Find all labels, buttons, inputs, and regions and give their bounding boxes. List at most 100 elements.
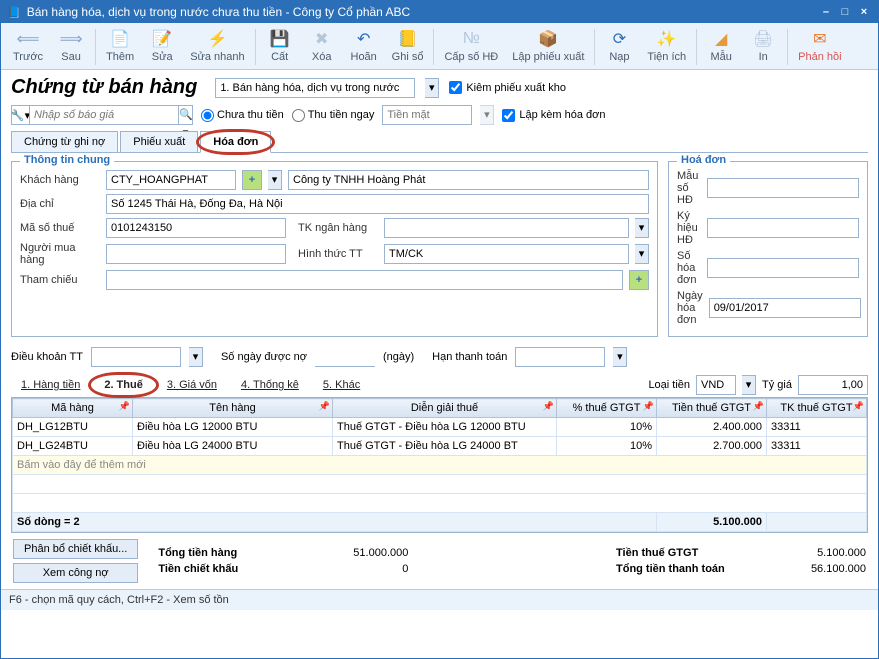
col-code[interactable]: Mã hàng📌: [13, 399, 133, 418]
with-stockout-checkbox[interactable]: Kiêm phiếu xuất kho: [449, 81, 566, 94]
maximize-button[interactable]: □: [837, 6, 853, 18]
add-customer-button[interactable]: +: [242, 170, 262, 190]
grid-empty-row: [13, 494, 867, 513]
grid-row[interactable]: DH_LG12BTUĐiều hòa LG 12000 BTUThuế GTGT…: [13, 418, 867, 437]
invoice-no-button[interactable]: №Cấp số HĐ: [438, 27, 504, 65]
tax-grid[interactable]: Mã hàng📌 Tên hàng📌 Diễn giải thuế📌 % thu…: [11, 397, 868, 533]
tab-other[interactable]: 5. Khác: [313, 376, 370, 394]
grand-total-label: Tổng tiền thanh toán: [616, 563, 736, 575]
inv-symbol-input[interactable]: [707, 218, 859, 238]
undo-icon: ↶: [354, 29, 374, 49]
grid-row[interactable]: DH_LG24BTUĐiều hòa LG 24000 BTUThuế GTGT…: [13, 437, 867, 456]
paytype-dropdown[interactable]: ▾: [635, 244, 649, 264]
paytype-input[interactable]: [384, 244, 629, 264]
inv-date-input[interactable]: [709, 298, 861, 318]
general-info-box: Thông tin chung Khách hàng + ▾ Địa chỉ M…: [11, 161, 658, 337]
pay-method-arrow: ▾: [480, 105, 494, 125]
buyer-input[interactable]: [106, 244, 286, 264]
customer-name-input[interactable]: [288, 170, 649, 190]
edit-button[interactable]: 📝Sửa: [142, 27, 182, 65]
col-vatamt[interactable]: Tiền thuế GTGT📌: [657, 399, 767, 418]
distribute-discount-button[interactable]: Phân bổ chiết khấu...: [13, 539, 138, 559]
sale-type-combo[interactable]: [215, 78, 415, 98]
bank-dropdown[interactable]: ▾: [635, 218, 649, 238]
floppy-icon: 💾: [270, 29, 290, 49]
buyer-label: Người mua hàng: [20, 242, 100, 266]
days-input[interactable]: [315, 347, 375, 367]
bank-input[interactable]: [384, 218, 629, 238]
customer-code-input[interactable]: [106, 170, 236, 190]
feedback-button[interactable]: ✉Phản hồi: [792, 27, 847, 65]
tab-stats[interactable]: 4. Thống kê: [231, 376, 309, 394]
sale-type-arrow[interactable]: ▾: [425, 78, 439, 98]
inv-date-label: Ngày hóa đơn: [677, 290, 703, 326]
rate-label: Tỷ giá: [762, 379, 792, 391]
undo-button[interactable]: ↶Hoãn: [344, 27, 384, 65]
due-dropdown[interactable]: ▾: [613, 347, 627, 367]
next-button[interactable]: ⟹Sau: [51, 27, 91, 65]
tab-cogs[interactable]: 3. Giá vốn: [157, 376, 227, 394]
inv-no-label: Số hóa đơn: [677, 250, 701, 286]
arrow-right-icon: ⟹: [61, 29, 81, 49]
currency-label: Loại tiền: [648, 379, 690, 391]
currency-input[interactable]: [696, 375, 736, 395]
inv-no-input[interactable]: [707, 258, 859, 278]
pay-method-combo: [382, 105, 472, 125]
mail-icon: ✉: [810, 29, 830, 49]
view-receivable-button[interactable]: Xem công nợ: [13, 563, 138, 583]
not-paid-radio[interactable]: Chưa thu tiền: [201, 109, 284, 122]
number-icon: №: [461, 29, 481, 49]
template-button[interactable]: ◢Mẫu: [701, 27, 741, 65]
col-vatacc[interactable]: TK thuế GTGT📌: [767, 399, 867, 418]
delete-button[interactable]: ✖Xóa: [302, 27, 342, 65]
add-reference-button[interactable]: +: [629, 270, 649, 290]
close-button[interactable]: ×: [856, 6, 872, 18]
customer-dropdown[interactable]: ▾: [268, 170, 282, 190]
due-input[interactable]: [515, 347, 605, 367]
reload-button[interactable]: ⟳Nạp: [599, 27, 639, 65]
trash-icon: ✖: [312, 29, 332, 49]
save-button[interactable]: 💾Cất: [260, 27, 300, 65]
due-label: Hạn thanh toán: [432, 351, 507, 363]
grid-new-row[interactable]: Bấm vào đây để thêm mới: [13, 456, 867, 475]
add-button[interactable]: 📄Thêm: [100, 27, 140, 65]
discount-label: Tiền chiết khấu: [158, 563, 278, 575]
taxcode-input[interactable]: [106, 218, 286, 238]
app-icon: 📘: [7, 6, 21, 19]
minimize-button[interactable]: –: [818, 6, 834, 18]
reference-input[interactable]: [106, 270, 623, 290]
stockout-button[interactable]: 📦Lập phiếu xuất: [506, 27, 590, 65]
prev-button[interactable]: ⟸Trước: [7, 27, 49, 65]
print-button[interactable]: 🖨In: [743, 27, 783, 65]
col-name[interactable]: Tên hàng📌: [133, 399, 333, 418]
address-input[interactable]: [106, 194, 649, 214]
rate-input[interactable]: [798, 375, 868, 395]
terms-dropdown[interactable]: ▾: [189, 347, 203, 367]
tab-stock-out[interactable]: Phiếu xuất: [120, 131, 198, 152]
tab-invoice[interactable]: Hóa đơn: [200, 131, 271, 153]
total-goods-label: Tổng tiền hàng: [158, 547, 278, 559]
post-button[interactable]: 📒Ghi sổ: [386, 27, 430, 65]
printer-icon: 🖨: [753, 29, 773, 49]
wrench-icon[interactable]: 🔧▾: [11, 105, 29, 125]
general-legend: Thông tin chung: [20, 154, 114, 166]
customer-label: Khách hàng: [20, 174, 100, 186]
terms-input[interactable]: [91, 347, 181, 367]
main-toolbar: ⟸Trước ⟹Sau 📄Thêm 📝Sửa ⚡Sửa nhanh 💾Cất ✖…: [1, 23, 878, 70]
search-button[interactable]: 🔍▾: [179, 105, 193, 125]
paid-now-radio[interactable]: Thu tiền ngay: [292, 109, 375, 122]
utility-button[interactable]: ✨Tiện ích: [641, 27, 692, 65]
inv-symbol-label: Ký hiệu HĐ: [677, 210, 701, 246]
tab-debit-voucher[interactable]: Chứng từ ghi nợ: [11, 131, 118, 152]
tab-goods[interactable]: 1. Hàng tiền: [11, 376, 90, 394]
quickedit-button[interactable]: ⚡Sửa nhanh: [184, 27, 250, 65]
col-taxdesc[interactable]: Diễn giải thuế📌: [333, 399, 557, 418]
tab-tax[interactable]: 2. Thuế: [94, 376, 153, 394]
currency-dropdown[interactable]: ▾: [742, 375, 756, 395]
wand-icon: ✨: [657, 29, 677, 49]
search-input[interactable]: [29, 105, 179, 125]
with-invoice-checkbox[interactable]: Lập kèm hóa đơn: [502, 109, 605, 122]
days-unit: (ngày): [383, 351, 414, 363]
inv-template-input[interactable]: [707, 178, 859, 198]
col-vatpct[interactable]: % thuế GTGT📌: [557, 399, 657, 418]
